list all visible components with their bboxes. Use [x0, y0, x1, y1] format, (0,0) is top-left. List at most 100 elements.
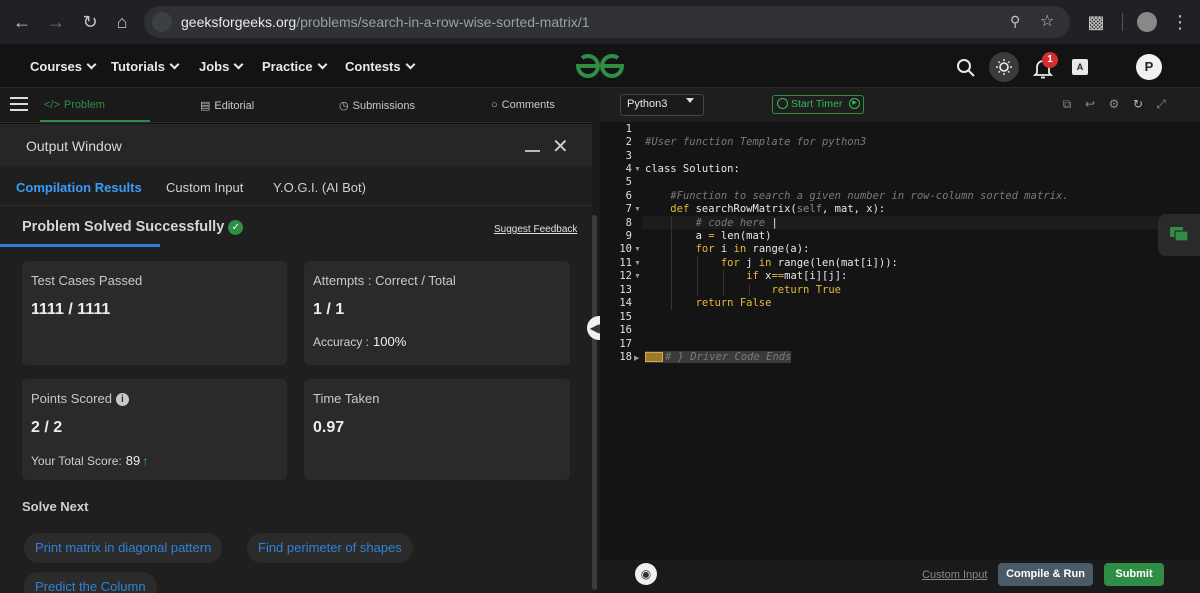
extensions-icon[interactable]: ▩	[1084, 10, 1108, 34]
back-icon[interactable]: ←	[10, 10, 34, 34]
suggest-feedback-link[interactable]: Suggest Feedback	[494, 224, 577, 235]
points-value: 2 / 2	[31, 419, 63, 436]
tab-editorial[interactable]: ▤ Editorial	[200, 99, 254, 112]
solve-next-item[interactable]: Predict the Column	[24, 572, 157, 593]
chevron-down-icon	[317, 59, 328, 70]
problem-tab-bar: </> Problem ▤ Editorial ◷ Submissions ○ Comm…	[0, 88, 596, 123]
time-card: Time Taken 0.97	[304, 379, 570, 480]
nav-tutorials[interactable]: Tutorials	[111, 59, 180, 74]
url-path: /problems/search-in-a-row-wise-sorted-ma…	[296, 14, 590, 30]
chat-icon	[1170, 227, 1189, 242]
gfg-logo[interactable]	[574, 52, 626, 80]
nav-practice[interactable]: Practice	[262, 59, 328, 74]
output-window-header: Output Window ✕	[0, 124, 592, 166]
browser-toolbar: ← → ↻ ⌂ geeksforgeeks.org/problems/searc…	[0, 0, 1200, 44]
line-number: 17	[619, 338, 632, 350]
attempts-label: Attempts : Correct / Total	[313, 273, 456, 288]
tab-submissions[interactable]: ◷ Submissions	[339, 99, 415, 112]
stopwatch-icon	[777, 98, 788, 109]
info-icon[interactable]: i	[115, 393, 129, 406]
search-icon[interactable]	[953, 55, 979, 81]
fold-caret-icon[interactable]: ▼	[634, 273, 641, 280]
line-number: 8	[625, 217, 632, 229]
total-score-label: Your Total Score:	[31, 454, 122, 468]
code-icon: </>	[44, 99, 60, 111]
bookmark-star-icon[interactable]: ☆	[1040, 11, 1054, 31]
url-host: geeksforgeeks.org	[181, 14, 297, 30]
solve-next-heading: Solve Next	[22, 499, 89, 514]
caret-down-icon	[686, 98, 694, 103]
zoom-icon[interactable]: ⚲	[1010, 13, 1020, 30]
custom-input-link[interactable]: Custom Input	[922, 569, 987, 581]
document-icon: ▤	[200, 100, 211, 112]
attempts-card: Attempts : Correct / Total 1 / 1 Accurac…	[304, 261, 570, 365]
tab-problem[interactable]: </> Problem	[44, 99, 105, 111]
tab-custom-input[interactable]: Custom Input	[166, 180, 243, 195]
forward-icon[interactable]: →	[44, 10, 68, 34]
fold-caret-icon[interactable]: ▼	[634, 206, 641, 213]
test-cases-card: Test Cases Passed 1111 / 1111	[22, 261, 287, 365]
theme-toggle-button[interactable]	[989, 52, 1019, 82]
solve-next-item[interactable]: Print matrix in diagonal pattern	[24, 533, 223, 563]
home-icon[interactable]: ⌂	[110, 10, 134, 34]
nav-courses[interactable]: Courses	[30, 59, 97, 74]
settings-gear-icon[interactable]: ⚙	[1107, 97, 1121, 111]
hamburger-menu-icon[interactable]	[10, 97, 28, 111]
chevron-down-icon	[233, 59, 244, 70]
time-value: 0.97	[313, 419, 345, 436]
chevron-down-icon	[169, 59, 180, 70]
line-number: 12	[619, 270, 632, 282]
nav-jobs[interactable]: Jobs	[199, 59, 244, 74]
tab-compilation-results[interactable]: Compilation Results	[16, 180, 142, 195]
code-line: class Solution:	[645, 163, 740, 175]
total-score: Your Total Score: 89 ↑	[31, 453, 148, 468]
compile-run-button[interactable]: Compile & Run	[998, 563, 1093, 586]
translate-icon[interactable]: A	[1072, 59, 1088, 75]
fold-caret-icon[interactable]: ▶	[634, 354, 639, 362]
menu-kebab-icon[interactable]: ⋮	[1168, 10, 1192, 34]
folded-region-icon[interactable]	[645, 352, 663, 362]
code-line: for i in range(a):	[695, 243, 810, 255]
tab-yogi-ai-bot[interactable]: Y.O.G.I. (AI Bot)	[273, 180, 366, 195]
code-line: def searchRowMatrix(self, mat, x):	[670, 203, 886, 215]
fold-caret-icon[interactable]: ▼	[634, 260, 641, 267]
nav-contests-label: Contests	[345, 59, 401, 74]
reload-icon[interactable]: ↻	[78, 10, 102, 34]
lightbulb-icon[interactable]: ◉	[635, 563, 657, 585]
nav-jobs-label: Jobs	[199, 59, 230, 74]
copy-icon[interactable]: ⧉	[1060, 97, 1074, 111]
line-number: 10	[619, 243, 632, 255]
test-cases-label: Test Cases Passed	[31, 273, 143, 288]
avatar[interactable]: P	[1136, 54, 1162, 80]
code-line: return True	[771, 284, 841, 296]
chat-button[interactable]	[1158, 214, 1200, 256]
code-editor[interactable]	[642, 122, 1200, 560]
address-bar[interactable]: geeksforgeeks.org/problems/search-in-a-r…	[144, 6, 1070, 38]
output-window-title: Output Window	[26, 138, 122, 154]
submit-button[interactable]: Submit	[1104, 563, 1164, 586]
line-number: 14	[619, 297, 632, 309]
line-number: 11	[619, 257, 632, 269]
close-icon[interactable]: ✕	[552, 134, 569, 159]
site-info-icon[interactable]	[152, 12, 172, 32]
reset-icon[interactable]: ↻	[1131, 97, 1145, 111]
fullscreen-icon[interactable]: ⤢	[1154, 97, 1168, 111]
tab-comments[interactable]: ○ Comments	[491, 99, 555, 111]
solve-next-item[interactable]: Find perimeter of shapes	[247, 533, 413, 563]
test-cases-value: 1111 / 1111	[31, 301, 111, 318]
nav-contests[interactable]: Contests	[345, 59, 416, 74]
output-scrollbar[interactable]	[592, 215, 597, 590]
line-number: 15	[619, 311, 632, 323]
line-number: 3	[625, 150, 632, 162]
comment-icon: ○	[491, 99, 498, 111]
tab-editorial-label: Editorial	[214, 100, 255, 112]
line-number: 7	[625, 203, 632, 215]
minimize-icon[interactable]	[525, 150, 540, 152]
start-timer-button[interactable]: Start Timer ▶	[772, 95, 864, 114]
import-icon[interactable]: ↩	[1083, 97, 1097, 111]
fold-caret-icon[interactable]: ▼	[634, 166, 641, 173]
profile-avatar-icon[interactable]	[1137, 12, 1157, 32]
output-tabs: Compilation Results Custom Input Y.O.G.I…	[0, 166, 592, 247]
time-label: Time Taken	[313, 391, 380, 406]
fold-caret-icon[interactable]: ▼	[634, 246, 641, 253]
